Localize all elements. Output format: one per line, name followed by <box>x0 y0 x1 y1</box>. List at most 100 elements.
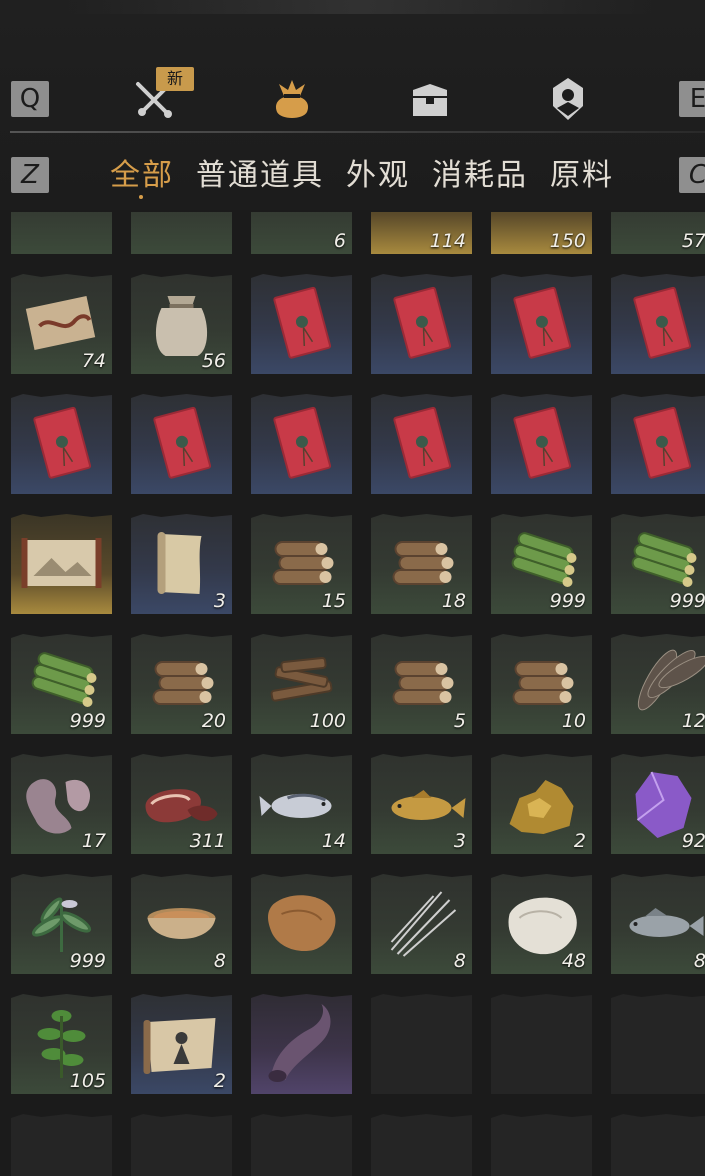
subtab-appearance[interactable]: 外观 <box>346 150 410 194</box>
item-count: 999 <box>69 710 106 732</box>
item-slot[interactable]: 105 <box>11 994 112 1094</box>
item-count: 311 <box>189 830 226 852</box>
item-slot[interactable]: 999 <box>491 514 592 614</box>
red-envelope-icon <box>273 406 332 479</box>
item-slot[interactable] <box>11 212 112 254</box>
item-count: 20 <box>201 710 226 732</box>
item-slot[interactable]: 999 <box>11 634 112 734</box>
item-count: 150 <box>549 230 586 252</box>
item-slot[interactable] <box>131 394 232 494</box>
item-count: 15 <box>321 590 346 612</box>
green-gourd-icon <box>131 212 232 254</box>
key-hint-z[interactable]: Z <box>11 157 49 193</box>
item-count: 3 <box>453 830 466 852</box>
subtab-all[interactable]: 全部 <box>110 150 174 194</box>
item-slot[interactable]: 14 <box>251 754 352 854</box>
item-slot[interactable]: 999 <box>611 514 705 614</box>
item-slot[interactable]: 57 <box>611 212 705 254</box>
item-slot[interactable]: 12 <box>611 634 705 734</box>
item-slot[interactable]: 8 <box>371 874 472 974</box>
item-slot[interactable] <box>611 274 705 374</box>
item-slot[interactable]: 311 <box>131 754 232 854</box>
item-slot[interactable] <box>491 394 592 494</box>
red-envelope-icon <box>513 286 572 359</box>
item-slot[interactable]: 20 <box>131 634 232 734</box>
red-envelope-icon <box>33 406 92 479</box>
item-count: 74 <box>81 350 106 372</box>
red-envelope-icon <box>273 286 332 359</box>
item-count: 12 <box>681 710 705 732</box>
item-count: 14 <box>321 830 346 852</box>
key-hint-q[interactable]: Q <box>11 81 49 117</box>
item-slot[interactable]: 8 <box>131 874 232 974</box>
key-hint-e[interactable]: E <box>679 81 705 117</box>
subtab-consumables[interactable]: 消耗品 <box>432 150 528 194</box>
item-count: 8 <box>213 950 226 972</box>
item-slot[interactable] <box>251 274 352 374</box>
painting-scroll-icon <box>21 538 102 588</box>
chest-icon <box>413 84 447 116</box>
item-slot[interactable]: 74 <box>11 274 112 374</box>
item-slot[interactable] <box>491 274 592 374</box>
item-slot[interactable]: 150 <box>491 212 592 254</box>
red-envelope-icon <box>393 286 452 359</box>
item-slot[interactable] <box>11 394 112 494</box>
item-count: 18 <box>441 590 466 612</box>
header-divider <box>10 131 705 133</box>
red-envelope-icon <box>153 406 212 479</box>
item-slot[interactable]: 3 <box>131 514 232 614</box>
item-count: 2 <box>213 1070 226 1092</box>
item-slot[interactable]: 6 <box>251 212 352 254</box>
item-slot[interactable] <box>251 394 352 494</box>
new-badge: 新 <box>156 67 194 91</box>
item-count: 92 <box>681 830 705 852</box>
item-count: 8 <box>453 950 466 972</box>
perch-fish-icon <box>629 908 704 937</box>
item-count: 3 <box>213 590 226 612</box>
item-count: 10 <box>561 710 586 732</box>
item-slot[interactable]: 114 <box>371 212 472 254</box>
item-slot[interactable] <box>611 394 705 494</box>
item-slot[interactable]: 5 <box>371 634 472 734</box>
item-slot[interactable] <box>251 874 352 974</box>
item-slot[interactable]: 10 <box>491 634 592 734</box>
red-envelope-icon <box>633 406 692 479</box>
item-slot[interactable]: 999 <box>11 874 112 974</box>
active-subtab-indicator <box>139 195 143 199</box>
item-slot[interactable]: 92 <box>611 754 705 854</box>
item-slot[interactable] <box>371 274 472 374</box>
item-slot[interactable]: 56 <box>131 274 232 374</box>
item-slot[interactable]: 2 <box>131 994 232 1094</box>
item-slot[interactable]: 48 <box>491 874 592 974</box>
tab-items[interactable] <box>267 74 317 124</box>
empty-slot <box>371 994 472 1094</box>
rolled-scroll-icon <box>11 212 112 254</box>
item-slot[interactable] <box>371 394 472 494</box>
item-count: 114 <box>429 230 466 252</box>
item-count: 56 <box>201 350 226 372</box>
item-slot[interactable] <box>131 212 232 254</box>
empty-slot <box>11 1114 112 1176</box>
subtab-bar: 全部 普通道具 外观 消耗品 原料 <box>110 150 614 194</box>
item-slot[interactable]: 100 <box>251 634 352 734</box>
item-count: 100 <box>309 710 346 732</box>
item-slot[interactable]: 15 <box>251 514 352 614</box>
item-slot[interactable]: 3 <box>371 754 472 854</box>
key-hint-c[interactable]: C <box>679 157 705 193</box>
item-slot[interactable] <box>251 994 352 1094</box>
empty-slot <box>611 994 705 1094</box>
red-envelope-icon <box>513 406 572 479</box>
item-count: 8 <box>693 950 705 972</box>
horn-icon <box>268 1004 331 1082</box>
subtab-materials[interactable]: 原料 <box>550 150 614 194</box>
item-slot[interactable]: 17 <box>11 754 112 854</box>
subtab-general-items[interactable]: 普通道具 <box>196 150 324 194</box>
item-slot[interactable] <box>11 514 112 614</box>
tab-storage[interactable] <box>405 74 455 124</box>
inventory-grid[interactable]: 6 114 150 57 74 56 3 15 18 999 999 999 20 100 5 10 12 17 3… <box>0 212 705 1176</box>
item-slot[interactable]: 8 <box>611 874 705 974</box>
item-slot[interactable]: 2 <box>491 754 592 854</box>
item-slot[interactable]: 18 <box>371 514 472 614</box>
location-badge-icon <box>553 78 583 120</box>
tab-map[interactable] <box>543 74 593 124</box>
